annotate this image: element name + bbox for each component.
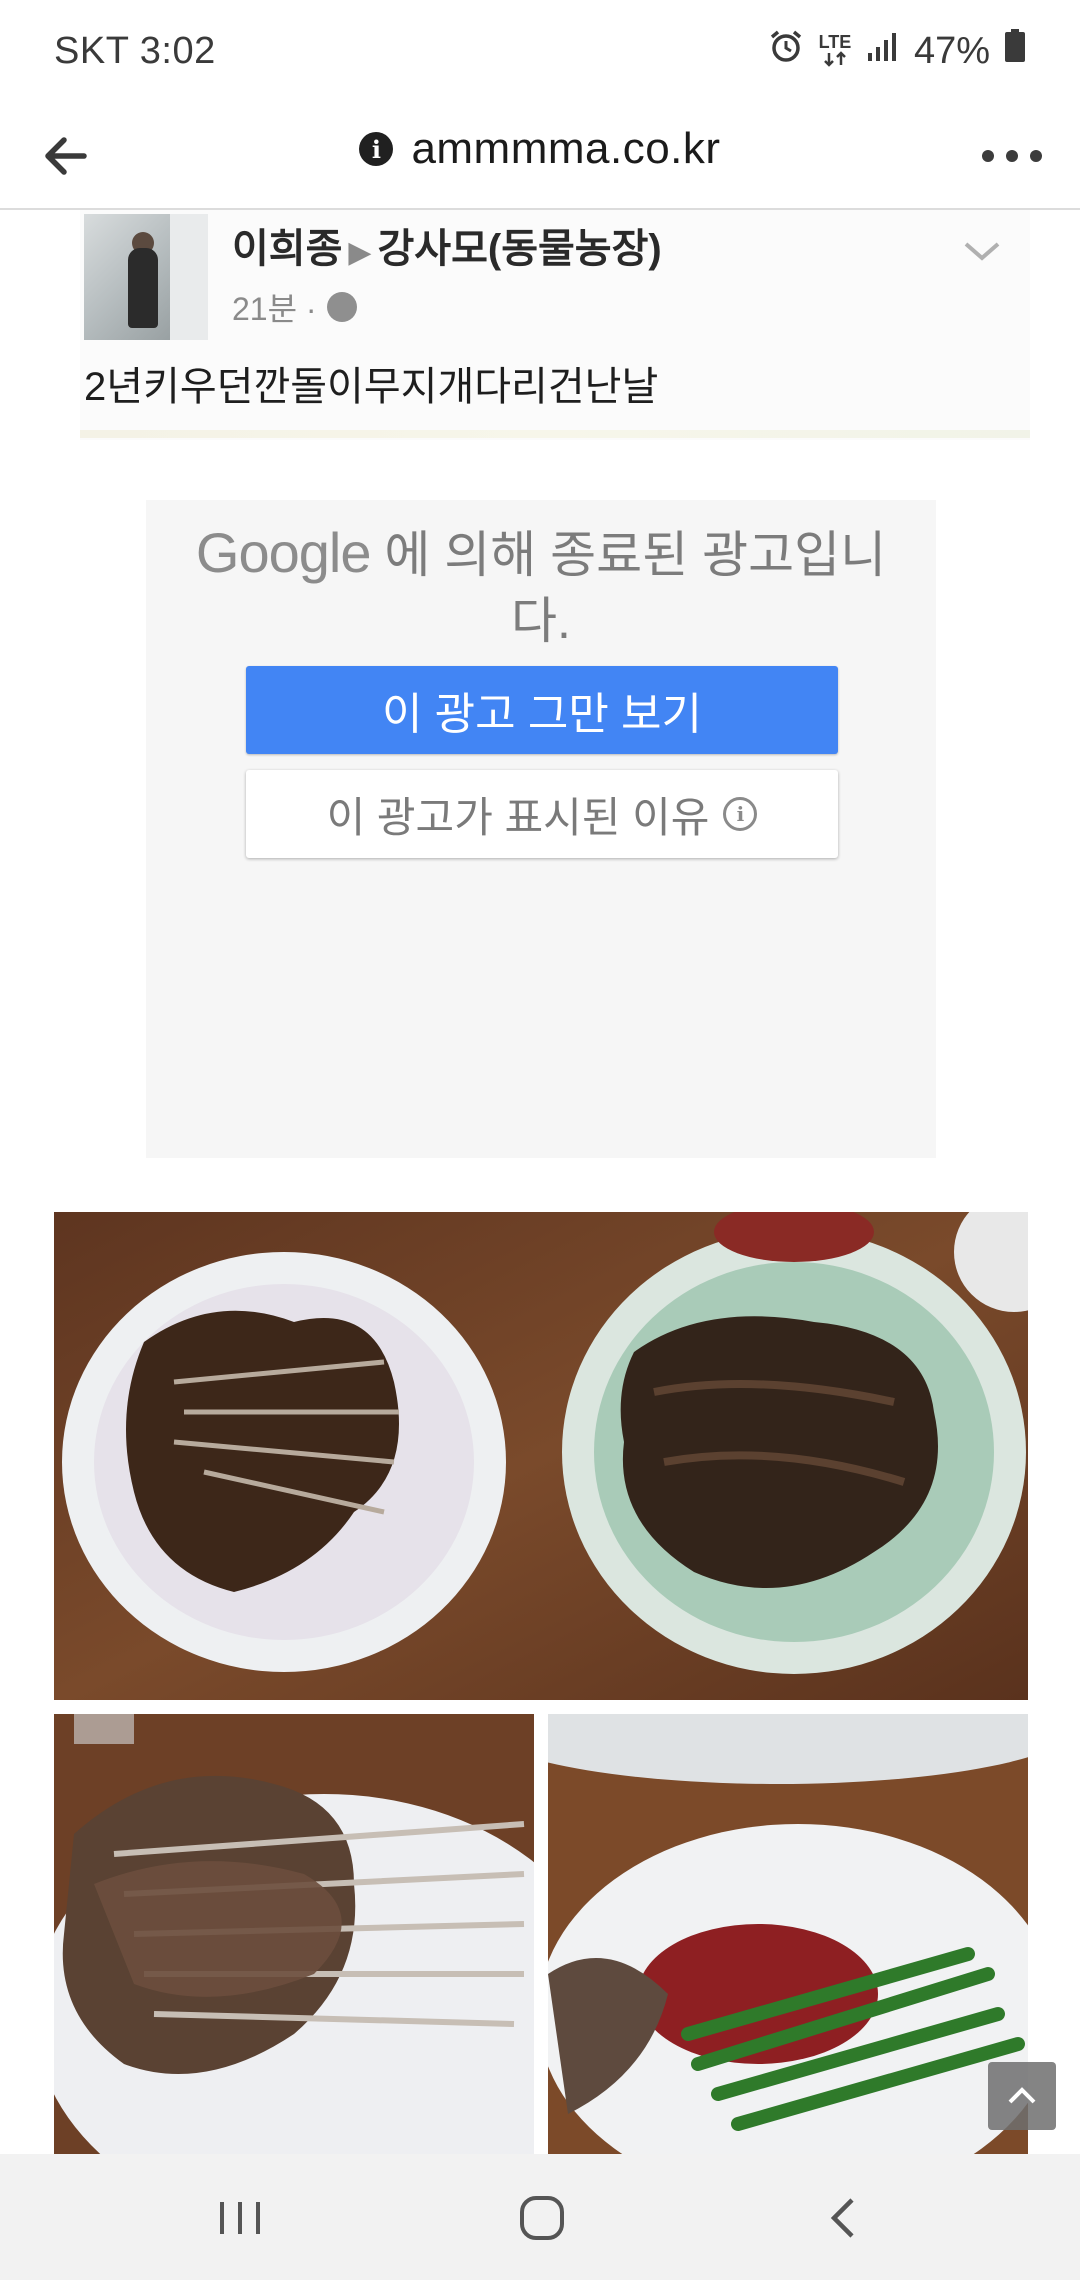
alarm-icon	[768, 28, 804, 74]
shared-post: 이희종 ▶ 강사모(동물농장) 21분 · 2년키우던깐돌이무지개다리건난날	[80, 210, 1030, 440]
battery-percent: 47%	[913, 29, 990, 72]
food-photo-2[interactable]	[54, 1714, 534, 2154]
closed-ad: Google 에 의해 종료된 광고입니다. 이 광고 그만 보기 이 광고가 …	[146, 500, 936, 1158]
ad-closed-text: 에 의해 종료된 광고입니다.	[384, 527, 887, 649]
google-logo: Google	[195, 521, 372, 584]
system-nav-bar	[0, 2154, 1080, 2280]
why-this-ad-label: 이 광고가 표시된 이유	[326, 793, 710, 841]
post-meta: 21분 ·	[232, 284, 357, 330]
info-icon[interactable]: i	[359, 132, 394, 166]
chevron-up-icon	[1008, 2087, 1036, 2104]
post-author-line: 이희종 ▶ 강사모(동물농장)	[232, 216, 662, 274]
post-group: 강사모(동물농장)	[377, 227, 662, 271]
url-bar[interactable]: i ammmma.co.kr	[0, 124, 1080, 174]
info-circle-icon: i	[723, 797, 758, 831]
back-icon[interactable]	[814, 2188, 874, 2248]
post-image-edge	[80, 430, 1030, 438]
stop-seeing-ad-label: 이 광고 그만 보기	[381, 690, 703, 739]
post-author: 이희종	[232, 227, 343, 271]
browser-toolbar: i ammmma.co.kr	[0, 104, 1080, 210]
why-this-ad-button[interactable]: 이 광고가 표시된 이유 i	[246, 770, 838, 858]
battery-icon	[1004, 29, 1026, 73]
avatar	[84, 214, 208, 340]
arrow-right-icon: ▶	[348, 236, 372, 269]
more-icon[interactable]	[982, 136, 1042, 176]
post-time: 21분 ·	[232, 291, 317, 327]
food-photo-3[interactable]	[548, 1714, 1028, 2154]
ad-closed-message: Google 에 의해 종료된 광고입니다.	[146, 520, 936, 654]
globe-icon	[326, 292, 357, 322]
url-text[interactable]: ammmma.co.kr	[411, 124, 720, 174]
post-text: 2년키우던깐돌이무지개다리건난날	[84, 365, 659, 409]
scroll-to-top-button[interactable]	[988, 2062, 1056, 2130]
signal-icon	[866, 30, 900, 73]
home-icon[interactable]	[512, 2188, 572, 2248]
chevron-down-icon	[962, 232, 1002, 272]
lte-icon: LTE	[818, 33, 852, 70]
status-icons: LTE 47%	[768, 28, 1026, 74]
carrier-time: SKT 3:02	[54, 30, 216, 72]
stop-seeing-ad-button[interactable]: 이 광고 그만 보기	[246, 666, 838, 754]
status-bar: SKT 3:02 LTE 47%	[0, 0, 1080, 104]
recent-apps-icon[interactable]	[210, 2188, 270, 2248]
food-photo-1[interactable]	[54, 1212, 1028, 1700]
